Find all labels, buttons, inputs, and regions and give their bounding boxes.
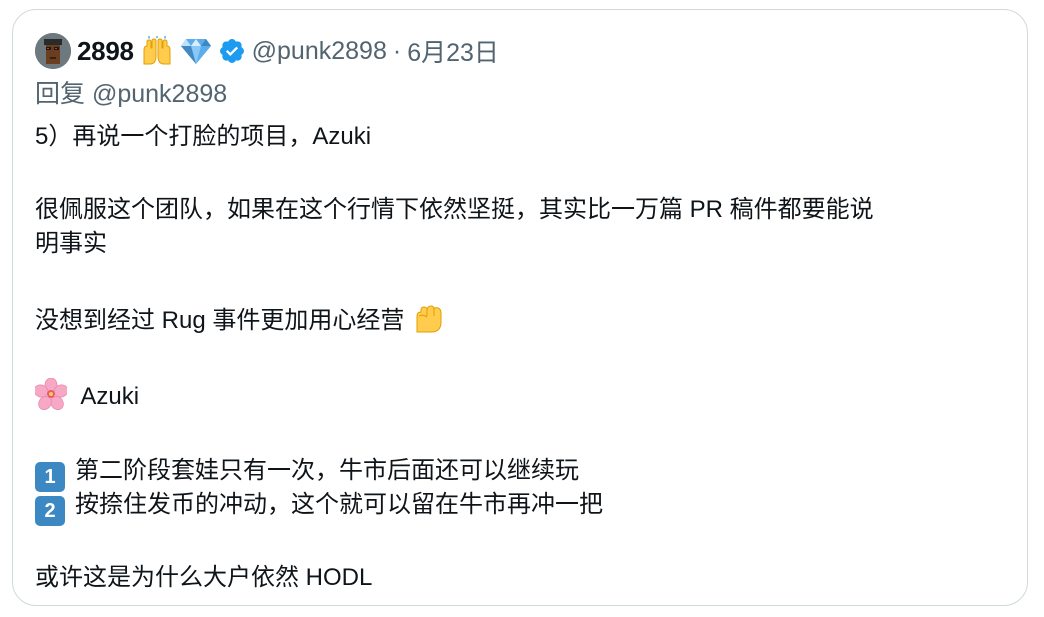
tweet-line-text: 5）再说一个打脸的项目，Azuki [35,123,372,150]
tweet-line-text: 或许这是为什么大户依然 HODL [35,564,373,591]
separator-dot: · [392,36,402,65]
avatar[interactable] [35,33,71,69]
tweet-line: 2 按捺住发币的冲动，这个就可以留在牛市再冲一把 [35,488,603,526]
tweet-date[interactable]: 6月23日 [407,33,499,69]
reply-prefix: 回复 [35,80,86,108]
verified-badge-icon[interactable] [218,37,246,65]
tweet-card[interactable]: 2898 @punk2898 · 6月23日 回复 @punk2898 5）再说… [12,9,1028,606]
reply-context: 回复 @punk2898 [35,74,227,110]
tweet-line-text: 没想到经过 Rug 事件更加用心经营 [35,307,405,334]
tweet-line: 或许这是为什么大户依然 HODL [35,561,372,595]
tweet-header: 2898 @punk2898 · 6月23日 [35,31,499,71]
raising-hands-icon [140,36,174,66]
reply-to-handle[interactable]: @punk2898 [92,80,227,108]
tweet-line: 1 第二阶段套娃只有一次，牛市后面还可以继续玩 [35,454,579,492]
tweet-line-text: 第二阶段套娃只有一次，牛市后面还可以继续玩 [75,457,579,484]
tweet-line-text: Azuki [80,383,140,410]
tweet-line-text: 明事实 [35,230,107,257]
tweet-line: 没想到经过 Rug 事件更加用心经营 [35,302,445,344]
keycap-two-icon: 2 [35,496,65,526]
user-handle[interactable]: @punk2898 [252,37,387,66]
tweet-line-text: 很佩服这个团队，如果在这个行情下依然坚挺，其实比一万篇 PR 稿件都要能说 [35,196,874,223]
tweet-line: 5）再说一个打脸的项目，Azuki [35,120,371,154]
gem-icon [180,37,212,65]
tweet-line: 很佩服这个团队，如果在这个行情下依然坚挺，其实比一万篇 PR 稿件都要能说 [35,193,874,227]
display-name[interactable]: 2898 [77,36,134,67]
tweet-line-text: 按捺住发币的冲动，这个就可以留在牛市再冲一把 [75,491,603,518]
tweet-line: 明事实 [35,227,107,261]
tweet-line: Azuki [33,377,140,420]
cherry-blossom-icon [33,377,69,420]
raised-fist-icon [411,302,445,344]
